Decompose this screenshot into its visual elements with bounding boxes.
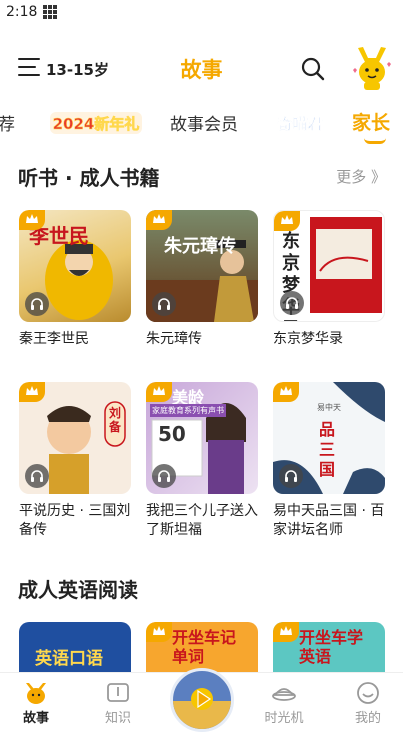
book-cover: 英语口语 (19, 622, 131, 674)
tab-qimiaojun[interactable]: 奇喵君 (270, 110, 330, 136)
book-cover: 开坐车记单词 (146, 622, 258, 674)
cover-author: 易中天 (317, 403, 341, 412)
nav-time-machine[interactable]: 时光机 (254, 681, 314, 726)
now-playing-button[interactable] (170, 668, 234, 732)
page-title: 故事 (180, 58, 223, 82)
book-card[interactable]: 东京梦华录 东京梦华录 (273, 210, 385, 349)
smiley-profile-icon (355, 681, 381, 705)
tab-recommend[interactable]: 荐 (0, 110, 15, 135)
cover-title: 品三国 (319, 420, 336, 479)
book-title: 平说历史 · 三国刘备传 (19, 503, 131, 538)
vip-crown-icon (273, 382, 299, 402)
headphones-icon (279, 464, 303, 488)
book-icon (105, 681, 131, 705)
mascot-avatar-icon[interactable] (350, 44, 391, 92)
book-cover: 李世民 (19, 210, 131, 322)
book-title: 我把三个儿子送入了斯坦福 (146, 503, 258, 538)
vip-crown-icon (273, 622, 299, 642)
book-cover: 易中天 品三国 (273, 382, 385, 494)
nav-time-machine-label: 时光机 (264, 711, 304, 726)
nav-knowledge[interactable]: 知识 (88, 681, 148, 726)
book-title: 易中天品三国 · 百家讲坛名师 (273, 503, 385, 538)
book-cover: 刘备 (19, 382, 131, 494)
time-machine-icon (271, 681, 297, 705)
active-tab-indicator (364, 138, 386, 144)
book-card[interactable]: 英语口语 (19, 622, 131, 674)
vip-crown-icon (146, 622, 172, 642)
more-link[interactable]: 更多 》 (336, 166, 386, 187)
book-card[interactable]: 开坐车记单词 (146, 622, 258, 674)
nav-story[interactable]: 故事 (6, 681, 66, 726)
headphones-icon (152, 292, 176, 316)
book-card[interactable]: 美龄 家庭教育系列有声书 50 我把三个儿子送入了斯坦福 (146, 382, 258, 540)
book-card[interactable]: 李世民 秦王李世民 (19, 210, 131, 349)
nav-mine[interactable]: 我的 (338, 681, 398, 726)
cover-number: 50 (158, 422, 186, 446)
book-title: 东京梦华录 (273, 331, 343, 347)
book-title: 秦王李世民 (19, 331, 89, 347)
tab-2024-new-year[interactable]: 2024新年礼 (48, 110, 144, 136)
vip-crown-icon (274, 211, 300, 231)
top-bar: 13-15岁 故事 (0, 44, 403, 94)
vip-crown-icon (19, 210, 45, 230)
headphones-icon (152, 464, 176, 488)
section-title: 成人英语阅读 (18, 578, 138, 602)
section-adult-english-header: 成人英语阅读 (18, 574, 386, 604)
book-cover: 朱元璋传 (146, 210, 258, 322)
cover-title: 开坐车学英语 (299, 628, 364, 666)
vip-crown-icon (19, 382, 45, 402)
status-bar: 2:18 (0, 0, 403, 24)
book-card[interactable]: 刘备 平说历史 · 三国刘备传 (19, 382, 131, 540)
headphones-icon (25, 464, 49, 488)
book-cover: 东京梦华录 (273, 210, 385, 322)
status-time: 2:18 (6, 4, 38, 20)
tab-2024-label: 2024新年礼 (53, 115, 140, 133)
book-card[interactable]: 朱元璋传 朱元璋传 (146, 210, 258, 349)
book-cover: 美龄 家庭教育系列有声书 50 (146, 382, 258, 494)
cover-title: 朱元璋传 (164, 236, 236, 257)
book-title: 朱元璋传 (146, 331, 202, 347)
tab-parents[interactable]: 家长 (352, 108, 390, 135)
vip-crown-icon (146, 210, 172, 230)
nav-knowledge-label: 知识 (104, 711, 131, 726)
headphones-icon (280, 291, 304, 315)
nav-mine-label: 我的 (354, 711, 381, 726)
cover-title: 刘备 (109, 406, 122, 434)
nav-story-label: 故事 (22, 711, 49, 726)
cover-title: 开坐车记单词 (172, 628, 237, 666)
tab-story-members[interactable]: 故事会员 (170, 110, 238, 135)
cover-title: 英语口语 (35, 649, 103, 669)
cover-subtitle: 家庭教育系列有声书 (150, 404, 226, 417)
section-adult-books-header: 听书 · 成人书籍 更多 》 (18, 162, 386, 192)
section-title: 听书 · 成人书籍 (18, 166, 160, 190)
headphones-icon (25, 292, 49, 316)
story-fox-icon (23, 681, 49, 705)
search-icon[interactable] (300, 56, 326, 82)
category-tabs: 荐 2024新年礼 故事会员 奇喵君 家长 (0, 104, 403, 148)
book-card[interactable]: 易中天 品三国 易中天品三国 · 百家讲坛名师 (273, 382, 385, 540)
notification-grid-icon (43, 5, 58, 19)
vip-crown-icon (146, 382, 172, 402)
book-cover: 开坐车学英语 (273, 622, 385, 674)
tab-qimiaojun-label: 奇喵君 (277, 115, 322, 133)
book-card[interactable]: 开坐车学英语 (273, 622, 385, 674)
